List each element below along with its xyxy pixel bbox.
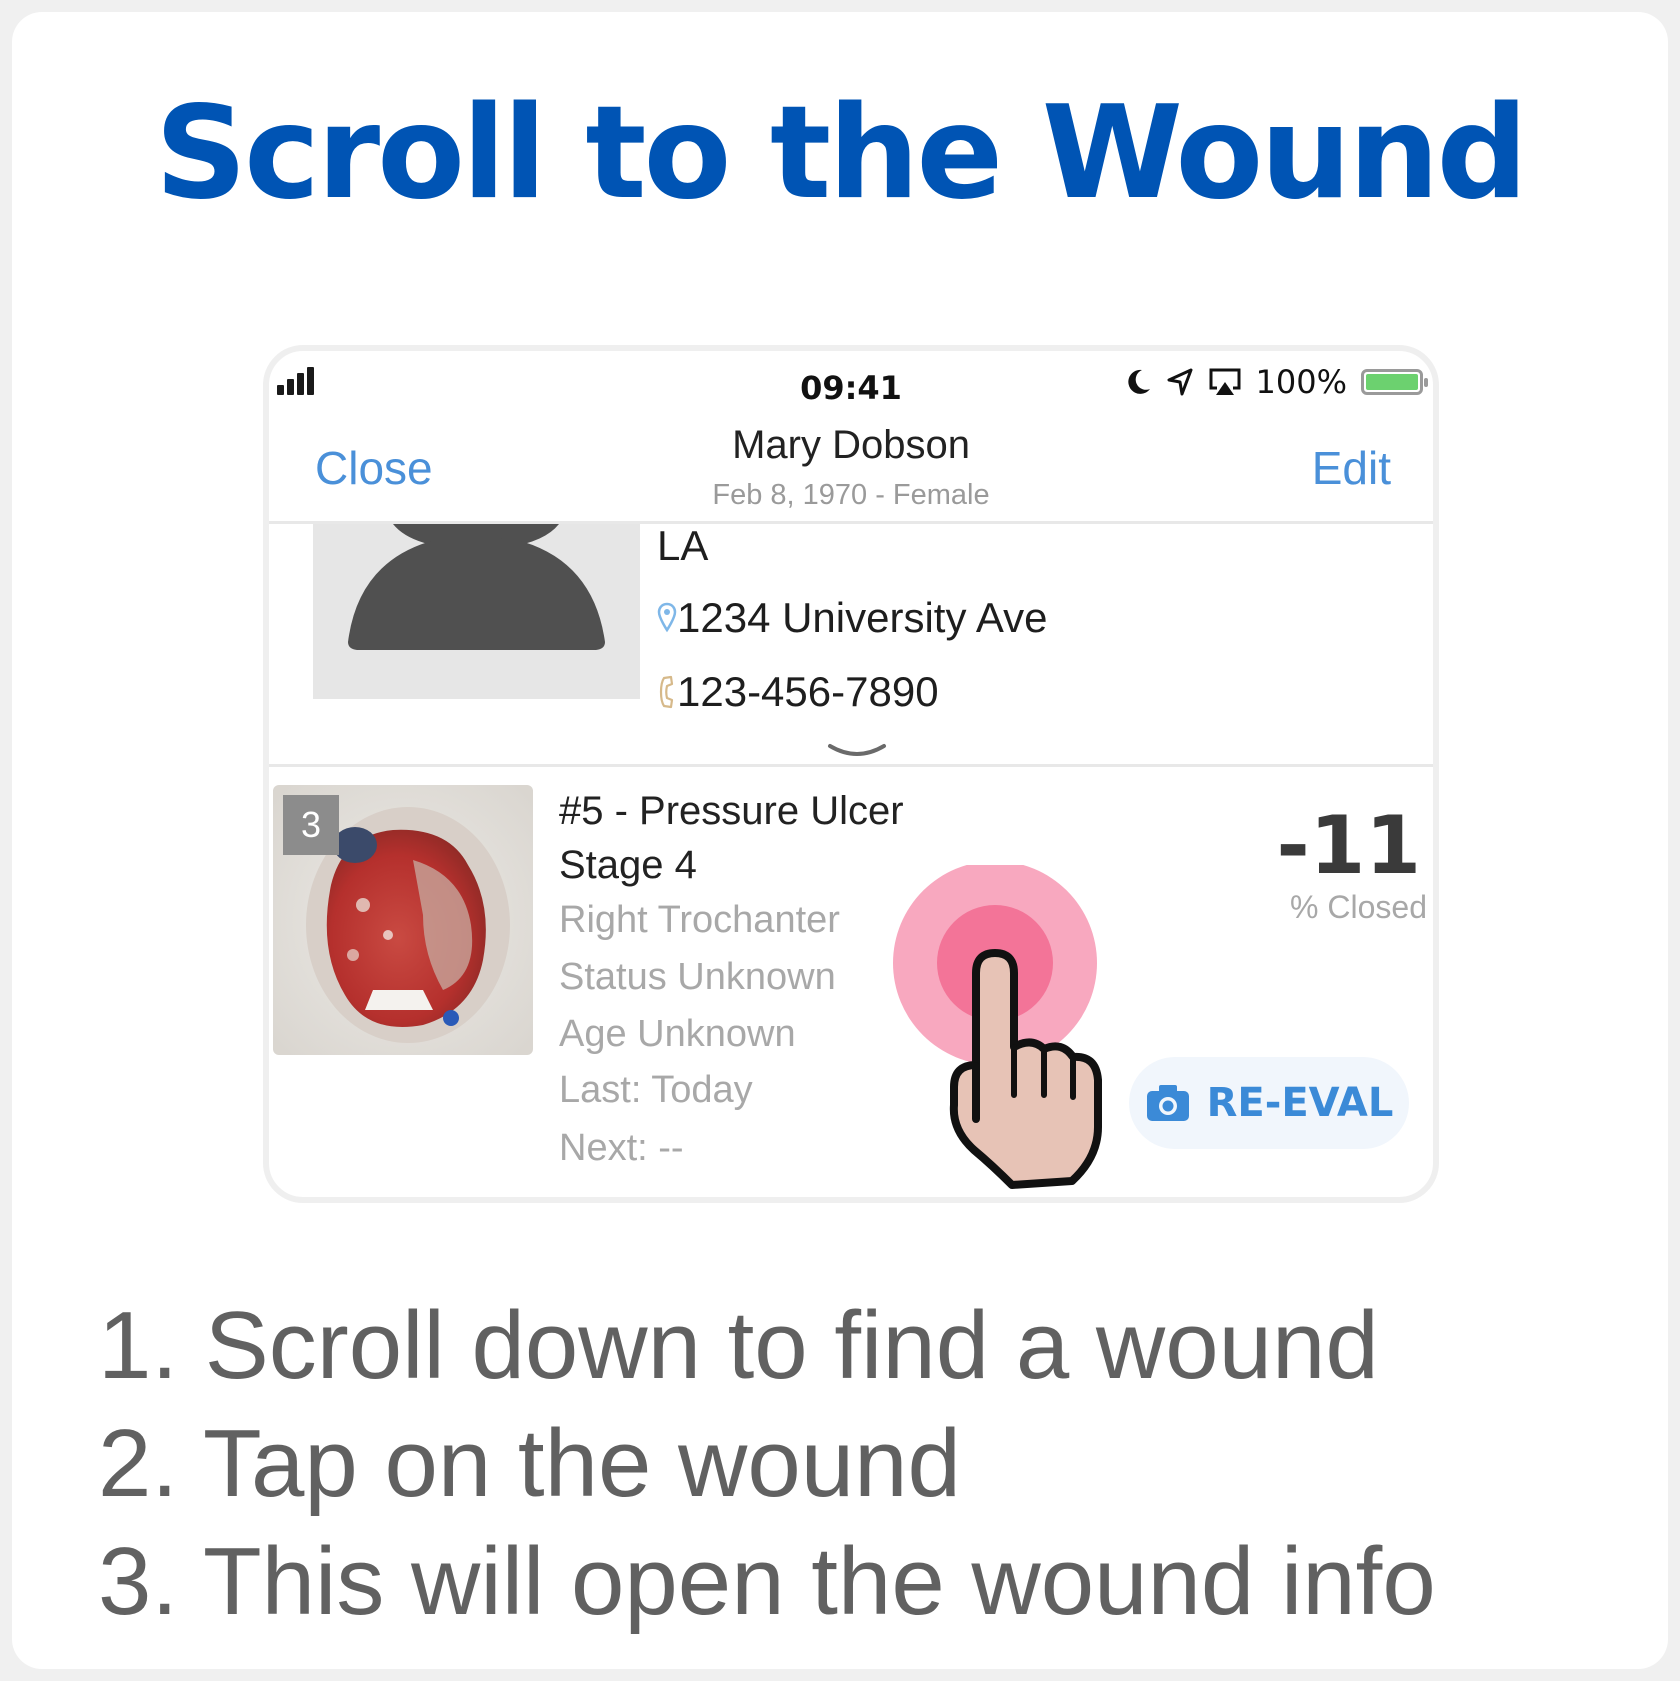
phone-icon — [659, 675, 674, 709]
battery-percent: 100% — [1255, 363, 1347, 401]
instruction-step-2: 2. Tap on the wound — [98, 1410, 961, 1517]
chevron-down-icon[interactable] — [827, 742, 887, 760]
map-pin-icon — [657, 602, 677, 633]
status-icons: 100% — [1124, 363, 1428, 401]
wound-stage: Stage 4 — [559, 843, 697, 887]
wound-title: #5 - Pressure Ulcer — [559, 789, 904, 833]
edit-button[interactable]: Edit — [1312, 441, 1391, 495]
wound-list-item[interactable]: 3 #5 - Pressure Ulcer Stage 4 Right Troc… — [269, 767, 1433, 1197]
nav-bar: Close Mary Dobson Feb 8, 1970 - Female E… — [269, 411, 1433, 524]
tap-gesture-icon — [893, 865, 1102, 1189]
patient-name: Mary Dobson — [732, 423, 970, 467]
re-eval-label: RE-EVAL — [1206, 1080, 1394, 1126]
airplay-icon — [1209, 368, 1241, 395]
wound-thumbnail: 3 — [273, 785, 533, 1055]
patient-location: LA — [657, 522, 709, 569]
instruction-step-1: 1. Scroll down to find a wound — [98, 1292, 1379, 1399]
location-icon — [1167, 368, 1193, 396]
wound-last-eval: Last: Today — [559, 1069, 753, 1111]
wound-site: Right Trochanter — [559, 899, 840, 941]
wound-photo-count-badge: 3 — [283, 795, 339, 855]
tutorial-title: Scroll to the Wound — [154, 79, 1528, 228]
re-eval-button[interactable]: RE-EVAL — [1129, 1057, 1409, 1149]
battery-icon — [1361, 369, 1428, 395]
moon-icon — [1127, 369, 1150, 394]
wound-next-eval: Next: -- — [559, 1127, 684, 1169]
patient-info-section: LA 1234 University Ave 123-456-7890 — [269, 522, 1433, 767]
patient-dob-gender: Feb 8, 1970 - Female — [712, 479, 990, 511]
patient-address: 1234 University Ave — [677, 594, 1048, 641]
tutorial-card: Scroll to the Wound 09:41 100% Close Mar… — [12, 12, 1668, 1669]
patient-phone-row: 123-456-7890 — [657, 668, 939, 716]
instruction-list: 1. Scroll down to find a wound 2. Tap on… — [98, 1287, 1436, 1641]
instruction-step-3: 3. This will open the wound info — [98, 1528, 1436, 1635]
camera-icon — [1146, 1085, 1189, 1121]
phone-screenshot: 09:41 100% Close Mary Dobson Feb 8, 1970… — [263, 345, 1439, 1203]
wound-age: Age Unknown — [559, 1013, 796, 1055]
patient-address-row: 1234 University Ave — [657, 594, 1047, 642]
patient-phone: 123-456-7890 — [677, 668, 939, 715]
wound-status: Status Unknown — [559, 956, 836, 998]
person-silhouette-icon — [348, 524, 605, 650]
wound-percent-closed-value: -11 — [1276, 799, 1421, 892]
status-bar: 09:41 100% — [269, 351, 1433, 411]
wound-percent-closed-label: % Closed — [1290, 889, 1427, 925]
avatar — [313, 524, 640, 699]
